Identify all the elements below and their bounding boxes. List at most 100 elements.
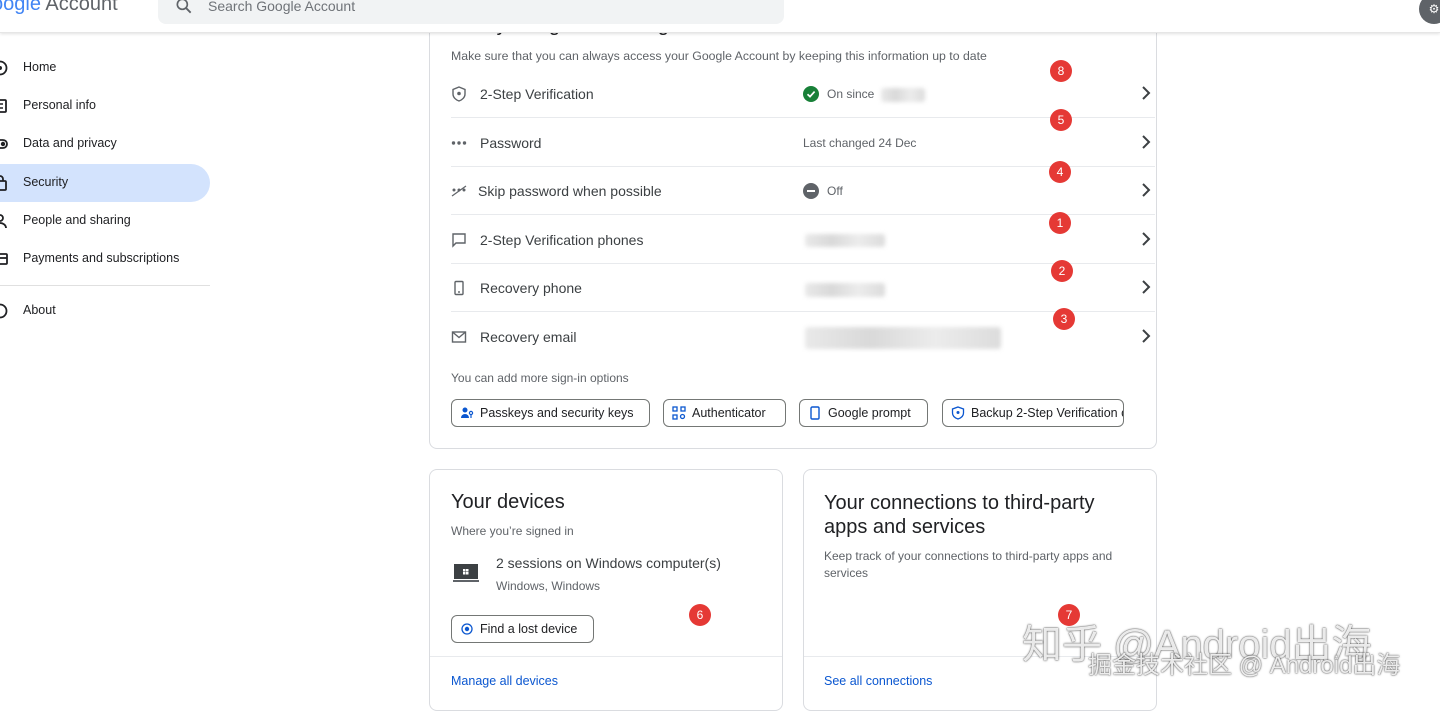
- connections-card-title: Your connections to third-party apps and…: [824, 492, 1095, 538]
- sidebar-item-data-privacy[interactable]: Data and privacy: [0, 125, 210, 163]
- sidebar-item-label: Payments and subscriptions: [23, 251, 180, 265]
- row-skip-password[interactable]: Skip password when possible Off 4: [451, 161, 1155, 215]
- shield-icon: [951, 406, 965, 420]
- row-label: 2-Step Verification phones: [480, 232, 644, 248]
- chip-label: Passkeys and security keys: [480, 406, 634, 420]
- shield-icon: [452, 86, 466, 102]
- search-bar[interactable]: Search Google Account: [158, 0, 784, 24]
- annotation-badge: 4: [1049, 161, 1071, 183]
- top-app-bar: oogle Account Search Google Account ⚙: [0, 0, 1440, 33]
- row-label: Skip password when possible: [478, 183, 662, 199]
- info-icon: [0, 303, 8, 319]
- row-label: Recovery email: [480, 329, 577, 345]
- message-icon: [452, 233, 466, 248]
- logo-brand: oogle: [0, 0, 41, 15]
- redacted-phone: [805, 234, 885, 247]
- check-icon: [803, 86, 819, 102]
- passkeys-chip[interactable]: Passkeys and security keys: [451, 399, 650, 427]
- annotation-badge: 6: [689, 604, 711, 626]
- watermark-juejin: 掘金技术社区 @ Android出海: [1088, 652, 1401, 679]
- id-card-icon: [0, 99, 7, 113]
- mail-icon: [451, 331, 467, 343]
- sidebar-item-label: About: [23, 303, 56, 317]
- annotation-badge: 1: [1049, 212, 1071, 234]
- chip-label: Authenticator: [692, 406, 766, 420]
- sidebar-item-about[interactable]: About: [0, 292, 210, 330]
- google-account-logo[interactable]: oogle Account: [0, 0, 118, 16]
- annotation-badge: 2: [1051, 260, 1073, 282]
- sidebar-item-label: People and sharing: [23, 213, 131, 227]
- sidebar-item-label: Security: [23, 175, 69, 189]
- sidebar-item-label: Home: [23, 60, 57, 74]
- redacted-email: [805, 327, 1001, 349]
- sidebar-item-personal-info[interactable]: Personal info: [0, 87, 210, 125]
- redacted-phone: [805, 283, 885, 297]
- row-value: Off: [827, 184, 843, 198]
- signin-card: How you sign in to Google Make sure that…: [429, 0, 1157, 449]
- row-recovery-email[interactable]: Recovery email 3: [451, 308, 1155, 363]
- chevron-right-icon[interactable]: [1139, 327, 1153, 345]
- devices-card-title: Your devices: [451, 491, 565, 513]
- sidebar-divider: [0, 285, 210, 286]
- qr-icon: [672, 406, 686, 420]
- devices-card: Your devices Where you’re signed in 2 se…: [429, 469, 783, 711]
- phone-icon: [810, 406, 820, 420]
- locate-icon: [461, 623, 473, 635]
- minus-circle-icon: [803, 183, 819, 199]
- backup-codes-chip[interactable]: Backup 2-Step Verification codes: [942, 399, 1124, 427]
- sidebar-item-people-sharing[interactable]: People and sharing: [0, 202, 210, 240]
- lock-icon: [0, 175, 7, 191]
- row-2sv[interactable]: 2-Step Verification On since 8: [451, 60, 1155, 118]
- card-footer-divider: [430, 656, 782, 657]
- row-divider: [451, 311, 1155, 312]
- search-input[interactable]: Search Google Account: [208, 0, 355, 14]
- chevron-right-icon[interactable]: [1139, 133, 1153, 151]
- chip-label: Backup 2-Step Verification codes: [971, 406, 1123, 420]
- home-icon: [0, 60, 8, 76]
- sidebar-item-label: Data and privacy: [23, 136, 117, 150]
- session-detail: Windows, Windows: [496, 579, 601, 593]
- connections-card-subtitle: Keep track of your connections to third-…: [824, 549, 1113, 580]
- sidebar-item-label: Personal info: [23, 98, 96, 112]
- row-2sv-phones[interactable]: 2-Step Verification phones 1: [451, 212, 1155, 264]
- row-divider: [451, 214, 1155, 215]
- skip-password-icon: [451, 185, 467, 197]
- google-prompt-chip[interactable]: Google prompt: [799, 399, 928, 427]
- chevron-right-icon[interactable]: [1139, 181, 1153, 199]
- row-label: Recovery phone: [480, 280, 582, 296]
- more-options-text: You can add more sign-in options: [451, 371, 629, 385]
- people-icon: [0, 214, 7, 229]
- windows-computer-icon: [453, 564, 479, 582]
- row-recovery-phone[interactable]: Recovery phone 2: [451, 260, 1155, 312]
- see-connections-link[interactable]: See all connections: [824, 674, 932, 688]
- row-value: On since: [827, 87, 875, 101]
- row-label: Password: [480, 135, 542, 151]
- row-value: Last changed 24 Dec: [803, 136, 917, 150]
- chevron-right-icon[interactable]: [1139, 278, 1153, 296]
- chevron-right-icon[interactable]: [1139, 230, 1153, 248]
- chip-label: Google prompt: [828, 406, 911, 420]
- manage-devices-link[interactable]: Manage all devices: [451, 674, 558, 688]
- sidebar-item-payments[interactable]: Payments and subscriptions: [0, 240, 210, 278]
- devices-card-subtitle: Where you’re signed in: [451, 524, 574, 538]
- sidebar-item-home[interactable]: Home: [0, 49, 210, 87]
- redacted-date: [881, 88, 925, 102]
- sidebar-item-security[interactable]: Security: [0, 164, 210, 202]
- row-label: 2-Step Verification: [480, 86, 594, 102]
- session-summary[interactable]: 2 sessions on Windows computer(s): [496, 555, 721, 571]
- account-avatar[interactable]: ⚙: [1419, 0, 1440, 24]
- card-icon: [0, 253, 8, 265]
- search-icon[interactable]: [174, 0, 194, 16]
- annotation-badge: 5: [1050, 109, 1072, 131]
- logo-product: Account: [45, 0, 118, 15]
- chevron-right-icon[interactable]: [1139, 84, 1153, 102]
- authenticator-chip[interactable]: Authenticator: [663, 399, 786, 427]
- passkey-icon: [461, 407, 474, 418]
- annotation-badge: 8: [1050, 60, 1072, 82]
- annotation-badge: 3: [1053, 308, 1075, 330]
- dots-icon: [451, 141, 467, 145]
- row-password[interactable]: Password Last changed 24 Dec 5: [451, 109, 1155, 167]
- find-lost-device-button[interactable]: Find a lost device: [451, 615, 594, 643]
- signin-card-subtitle: Make sure that you can always access you…: [451, 49, 987, 63]
- phone-icon: [454, 280, 464, 296]
